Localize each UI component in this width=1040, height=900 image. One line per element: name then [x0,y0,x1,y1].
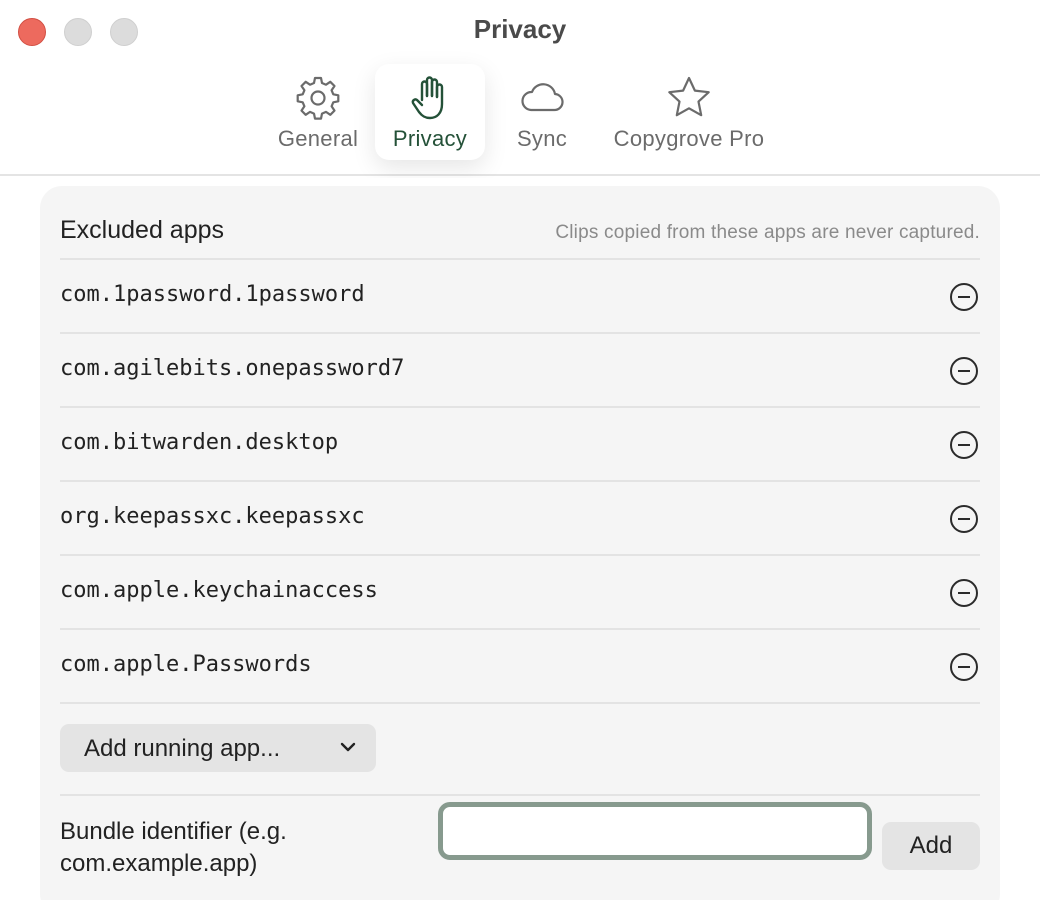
excluded-apps-list: com.1password.1password com.agilebits.on… [60,258,980,900]
tab-privacy[interactable]: Privacy [375,64,485,160]
tab-copygrove-pro[interactable]: Copygrove Pro [606,64,772,160]
list-item: com.1password.1password [60,258,980,332]
remove-icon[interactable] [950,653,978,681]
preferences-tabs: General Privacy Sync Copygrove Pro [0,64,1040,162]
tab-privacy-label: Privacy [392,126,468,151]
bundle-identifier-label: Bundle identifier (e.g. com.example.app) [60,818,287,877]
bundle-id: com.agilebits.onepassword7 [60,356,405,381]
gear-icon [268,64,368,126]
privacy-pane: Excluded apps Clips copied from these ap… [0,178,1040,900]
list-item: com.apple.keychainaccess [60,554,980,628]
tab-copygrove-pro-label: Copygrove Pro [613,126,765,151]
list-item: org.keepassxc.keepassxc [60,480,980,554]
chevron-down-icon [338,736,358,756]
list-item: com.bitwarden.desktop [60,406,980,480]
bundle-id: com.apple.Passwords [60,652,312,677]
star-icon [606,64,772,126]
remove-icon[interactable] [950,579,978,607]
excluded-apps-section: Excluded apps Clips copied from these ap… [40,186,1000,900]
add-running-app-menu[interactable]: Add running app... [60,724,376,772]
list-item: com.apple.Passwords [60,628,980,702]
section-header: Excluded apps Clips copied from these ap… [60,204,980,260]
remove-icon[interactable] [950,505,978,533]
remove-icon[interactable] [950,357,978,385]
add-running-app-label: Add running app... [84,735,281,762]
tab-sync-label: Sync [516,126,568,151]
section-hint: Clips copied from these apps are never c… [555,222,980,243]
remove-icon[interactable] [950,283,978,311]
tab-general[interactable]: General [268,64,368,160]
bundle-id: org.keepassxc.keepassxc [60,504,365,529]
toolbar: Privacy General Privacy Sync Copygrove P… [0,0,1040,176]
bundle-id: com.bitwarden.desktop [60,430,339,455]
bundle-id: com.1password.1password [60,282,365,307]
bundle-id: com.apple.keychainaccess [60,578,378,603]
list-item: com.agilebits.onepassword7 [60,332,980,406]
preferences-window: Privacy General Privacy Sync Copygrove P… [0,0,1040,900]
bundle-identifier-input[interactable] [438,802,872,860]
bundle-identifier-row: Bundle identifier (e.g. com.example.app)… [60,794,980,900]
remove-icon[interactable] [950,431,978,459]
section-title: Excluded apps [60,216,225,244]
hand-icon [375,64,485,126]
window-title: Privacy [473,14,567,44]
add-button[interactable]: Add [882,822,980,870]
tab-sync[interactable]: Sync [496,64,588,160]
cloud-icon [496,64,588,126]
tab-general-label: General [277,126,359,151]
add-running-app-row: Add running app... [60,702,980,794]
